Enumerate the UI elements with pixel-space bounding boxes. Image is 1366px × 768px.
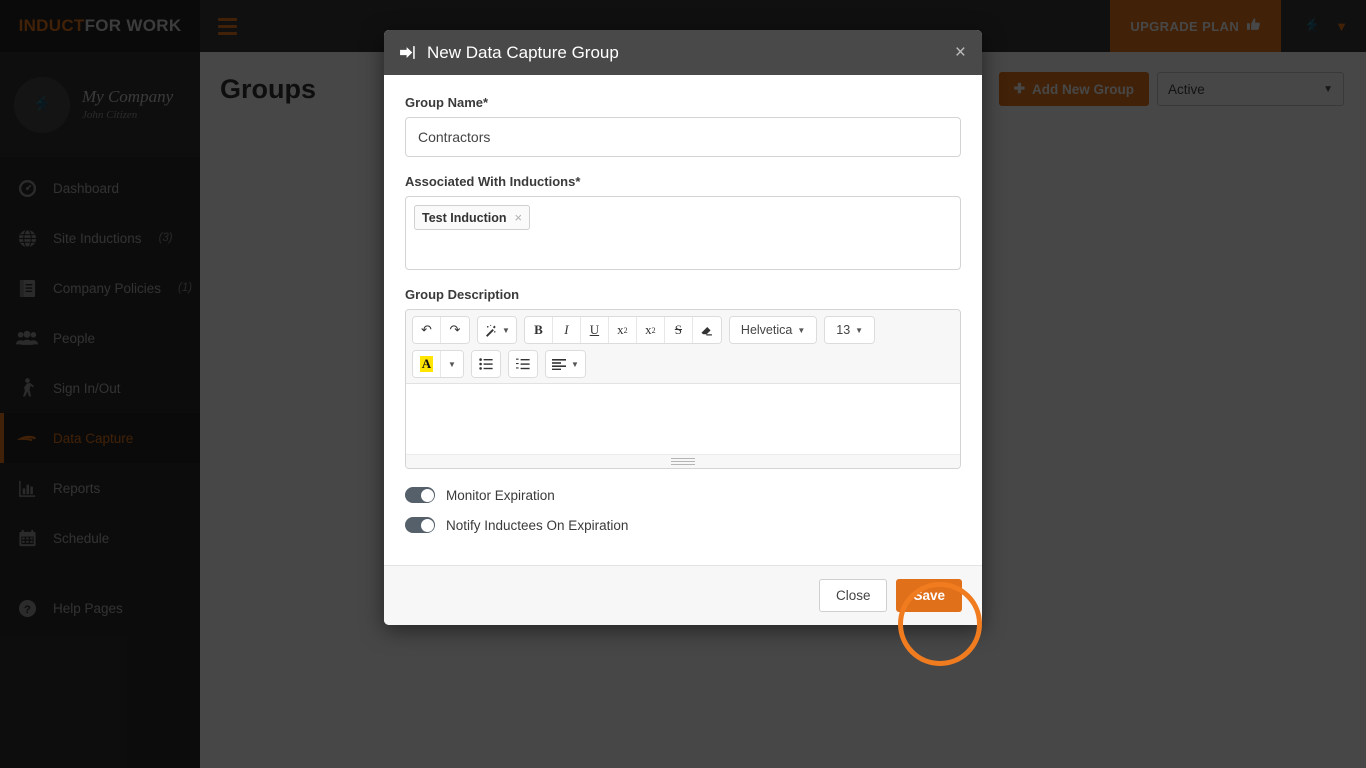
highlight-color-caret-icon[interactable]: ▼	[441, 351, 463, 377]
font-size-group: 13 ▼	[824, 316, 876, 344]
associated-inductions-field: Associated With Inductions* Test Inducti…	[405, 174, 961, 270]
font-size-select[interactable]: 13 ▼	[825, 317, 875, 343]
sign-in-arrow-icon	[400, 45, 417, 60]
resize-grip-icon[interactable]	[406, 454, 960, 468]
magic-wand-icon[interactable]: ▼	[478, 317, 516, 343]
unordered-list-icon[interactable]	[472, 351, 500, 377]
subscript-icon[interactable]: x2	[636, 317, 665, 343]
monitor-expiration-row: Monitor Expiration	[405, 487, 961, 503]
toggle-knob	[420, 518, 434, 532]
group-description-label: Group Description	[405, 287, 520, 302]
history-group: ↶ ↷	[412, 316, 470, 344]
group-description-field: Group Description ↶ ↷ ▼ B I U x 2 x 2 S …	[405, 287, 961, 469]
format-group: B I U x2 x2 S	[523, 316, 722, 344]
undo-icon[interactable]: ↶	[413, 317, 441, 343]
ordered-list-icon[interactable]	[509, 351, 537, 377]
new-data-capture-group-modal: New Data Capture Group × Group Name* Ass…	[384, 30, 982, 625]
highlight-group: A ▼	[412, 350, 464, 378]
editor-toolbar-row-2: A ▼ ▼	[412, 350, 954, 378]
underline-icon[interactable]: U	[580, 317, 609, 343]
font-family-select[interactable]: Helvetica ▼	[729, 317, 817, 343]
notify-inductees-label: Notify Inductees On Expiration	[446, 517, 629, 533]
induction-token-label: Test Induction	[422, 210, 507, 225]
modal-footer: Close Save	[384, 565, 982, 625]
toggle-knob	[420, 488, 434, 502]
align-icon[interactable]: ▼	[546, 351, 585, 377]
monitor-expiration-toggle[interactable]	[405, 487, 435, 503]
chevron-down-icon: ▼	[855, 325, 864, 335]
rich-text-editor: ↶ ↷ ▼ B I U x 2 x 2 S Helvetica ▼ 13 ▼ A…	[405, 309, 961, 469]
associated-inductions-token-box[interactable]: Test Induction ×	[405, 196, 961, 270]
modal-header: New Data Capture Group ×	[384, 30, 982, 75]
unordered-list-group	[471, 350, 501, 378]
text-highlight-icon[interactable]: A	[413, 351, 441, 377]
bold-icon[interactable]: B	[524, 317, 553, 343]
save-button[interactable]: Save	[896, 579, 962, 612]
toggle-options: Monitor Expiration Notify Inductees On E…	[405, 487, 961, 533]
chevron-down-icon: ▼	[797, 325, 806, 335]
monitor-expiration-label: Monitor Expiration	[446, 487, 555, 503]
font-family-group: Helvetica ▼	[728, 316, 818, 344]
group-name-field: Group Name*	[405, 95, 961, 157]
notify-inductees-row: Notify Inductees On Expiration	[405, 517, 961, 533]
remove-token-icon[interactable]: ×	[515, 210, 523, 225]
chevron-down-icon: ▼	[571, 359, 579, 369]
notify-inductees-toggle[interactable]	[405, 517, 435, 533]
associated-inductions-label: Associated With Inductions*	[405, 174, 581, 189]
modal-body: Group Name* Associated With Inductions* …	[384, 75, 982, 565]
app-root: INDUCTFOR WORK My Company John Citizen	[0, 0, 1366, 768]
induction-token[interactable]: Test Induction ×	[414, 205, 531, 230]
modal-title: New Data Capture Group	[427, 42, 619, 62]
chevron-down-icon: ▼	[502, 325, 510, 335]
editor-content-area[interactable]	[406, 384, 960, 454]
font-family-value: Helvetica	[740, 323, 793, 337]
ordered-list-group	[508, 350, 538, 378]
group-name-input[interactable]	[405, 117, 961, 157]
italic-icon[interactable]: I	[552, 317, 581, 343]
style-group: ▼	[477, 316, 517, 344]
grip-lines	[671, 456, 695, 467]
clear-format-icon[interactable]	[692, 317, 721, 343]
close-button[interactable]: Close	[818, 579, 888, 612]
font-size-value: 13	[836, 323, 851, 337]
editor-toolbar: ↶ ↷ ▼ B I U x 2 x 2 S Helvetica ▼ 13 ▼ A…	[406, 310, 960, 384]
redo-icon[interactable]: ↷	[441, 317, 469, 343]
editor-toolbar-row-1: ↶ ↷ ▼ B I U x 2 x 2 S Helvetica ▼ 13 ▼	[412, 316, 954, 344]
superscript-icon[interactable]: x2	[608, 317, 637, 343]
strikethrough-icon[interactable]: S	[664, 317, 693, 343]
close-icon[interactable]: ×	[955, 43, 966, 62]
group-name-label: Group Name*	[405, 95, 489, 110]
align-group: ▼	[545, 350, 586, 378]
